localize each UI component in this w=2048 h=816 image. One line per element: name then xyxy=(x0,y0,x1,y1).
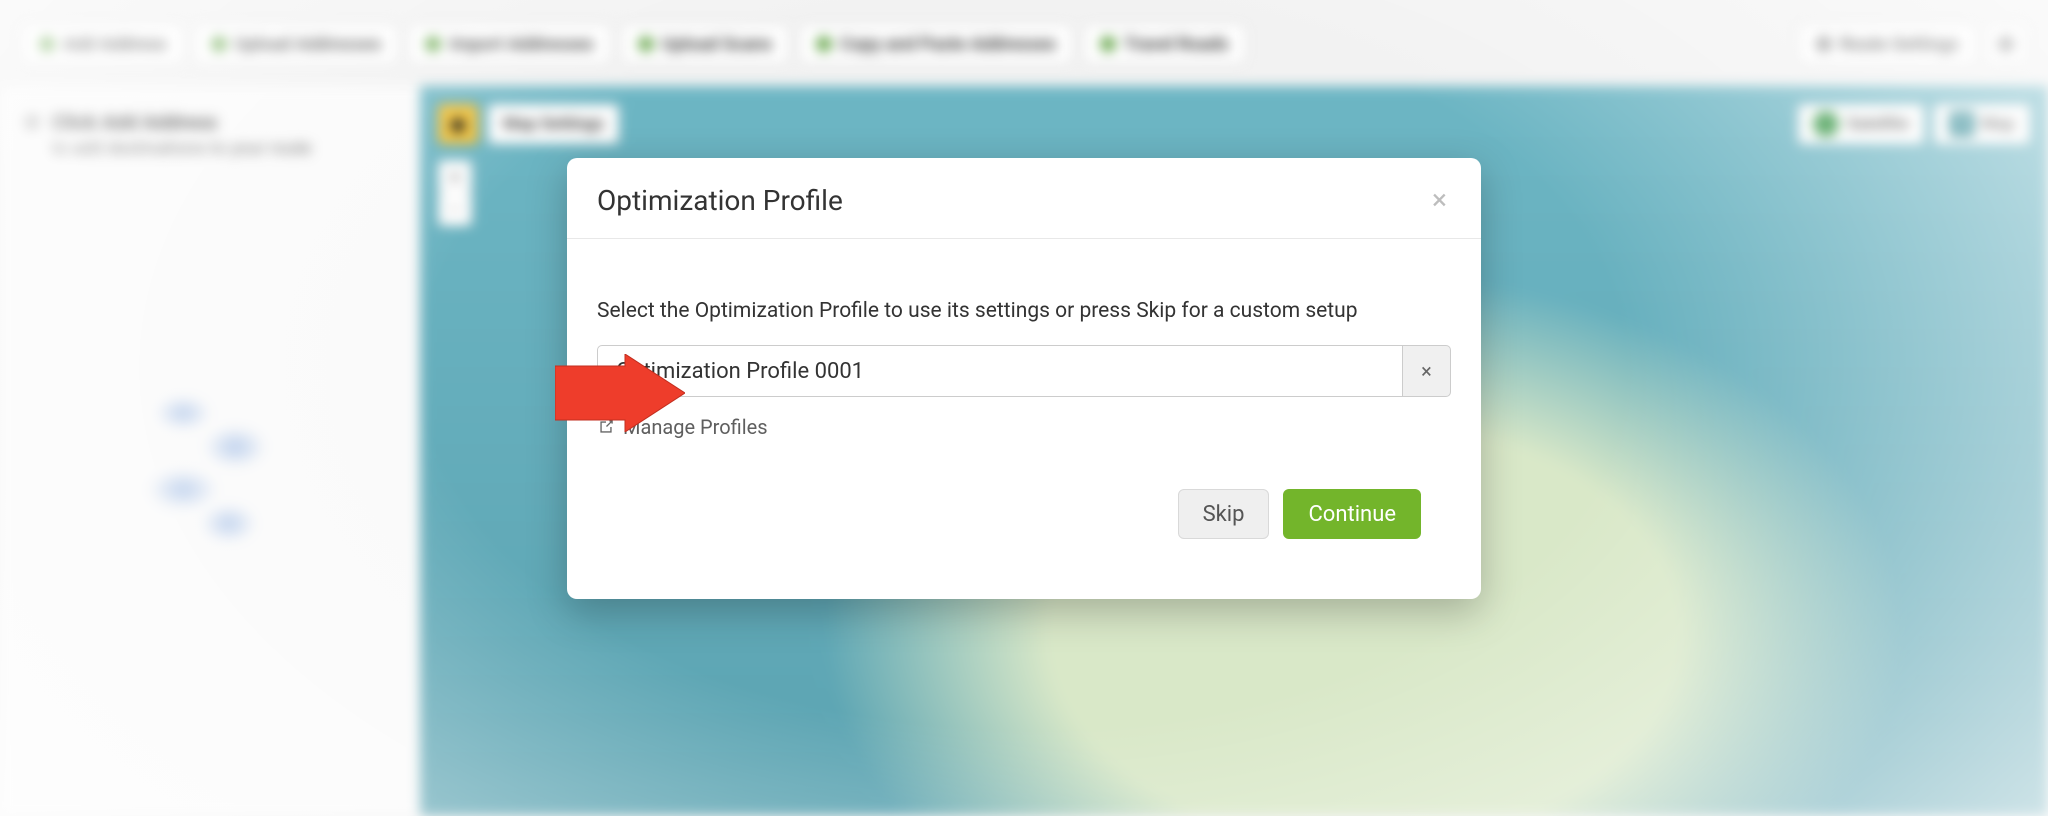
modal-body: Select the Optimization Profile to use i… xyxy=(567,239,1481,599)
clear-icon: × xyxy=(1421,359,1432,383)
modal-overlay: Optimization Profile × Select the Optimi… xyxy=(0,0,2048,816)
profile-select-dropdown[interactable]: Optimization Profile 0001 xyxy=(597,345,1403,397)
external-link-icon xyxy=(597,418,615,436)
skip-button[interactable]: Skip xyxy=(1178,489,1270,539)
modal-close-button[interactable]: × xyxy=(1428,182,1451,218)
continue-button[interactable]: Continue xyxy=(1283,489,1421,539)
close-icon: × xyxy=(1432,183,1447,216)
profile-select-value: Optimization Profile 0001 xyxy=(616,359,864,384)
optimization-profile-modal: Optimization Profile × Select the Optimi… xyxy=(567,158,1481,599)
profile-clear-button[interactable]: × xyxy=(1403,345,1451,397)
modal-header: Optimization Profile × xyxy=(567,158,1481,239)
modal-description: Select the Optimization Profile to use i… xyxy=(597,299,1451,323)
profile-select-row: Optimization Profile 0001 × xyxy=(597,345,1451,397)
manage-profiles-link[interactable]: Manage Profiles xyxy=(623,415,768,439)
modal-footer: Skip Continue xyxy=(597,489,1451,569)
continue-label: Continue xyxy=(1308,502,1396,527)
skip-label: Skip xyxy=(1203,502,1245,527)
modal-title: Optimization Profile xyxy=(597,184,843,217)
manage-profiles-row: Manage Profiles xyxy=(597,415,1451,439)
